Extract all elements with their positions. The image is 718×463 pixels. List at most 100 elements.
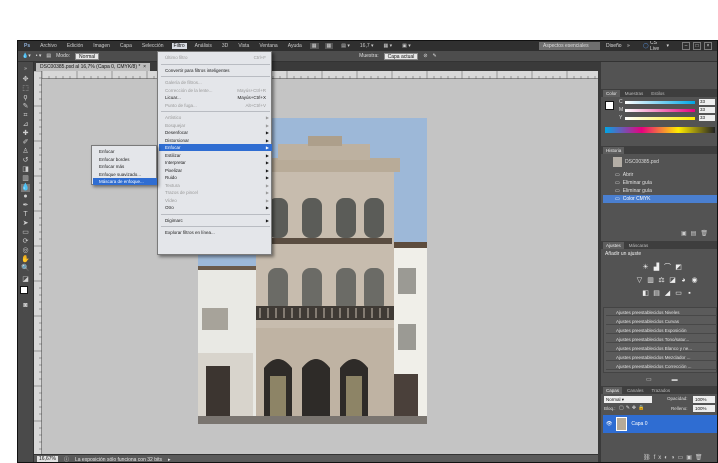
sharpen-submenu-item[interactable]: Enfocar más — [93, 163, 157, 170]
levels-icon[interactable]: ▟ — [652, 264, 661, 272]
filter-menu-item[interactable]: Ruido ▶ — [159, 174, 272, 181]
menu-vista[interactable]: Vista — [236, 43, 251, 49]
vibrance-icon[interactable]: ▽ — [635, 277, 644, 285]
blur-tool-preset-icon[interactable]: 💧▾ — [22, 53, 31, 59]
adjust-footer-icons[interactable]: ▭ ▬ — [646, 376, 678, 383]
filter-menu-item[interactable]: Desenfocar ▶ — [159, 129, 272, 136]
brush-tool-icon[interactable]: ✐ — [21, 139, 30, 147]
tab-color[interactable]: Color — [603, 89, 620, 97]
status-info-icon[interactable]: ⓘ — [64, 456, 69, 462]
history-footer-icons[interactable]: ▣▤🗑 — [681, 230, 712, 237]
type-tool-icon[interactable]: T — [21, 211, 30, 219]
tab-muestras[interactable]: Muestras — [622, 90, 647, 97]
blend-mode-select[interactable]: Normal ▾ — [604, 396, 652, 403]
filter-menu-item[interactable]: Convertir para filtros inteligentes — [159, 67, 272, 74]
sharpen-submenu-item[interactable]: Máscara de enfoque... — [93, 178, 157, 185]
document-close-icon[interactable]: × — [142, 64, 146, 70]
y-slider[interactable] — [625, 117, 695, 120]
filter-menu-item[interactable]: Otro ▶ — [159, 204, 272, 211]
filter-menu-item[interactable]: Distorsionar ▶ — [159, 137, 272, 144]
quick-selection-tool-icon[interactable]: ✎ — [21, 103, 30, 111]
preset-niveles[interactable]: Ajustes preestablecidos Niveles — [606, 309, 717, 316]
blur-tool-icon[interactable]: 💧 — [21, 184, 30, 192]
filter-menu-item[interactable]: Enfocar ▶ — [159, 144, 272, 151]
lasso-tool-icon[interactable]: ϙ — [21, 94, 30, 102]
zoom-level-menu[interactable]: 16,7 ▾ — [358, 43, 376, 49]
menu-analisis[interactable]: Análisis — [193, 43, 214, 49]
sharpen-submenu-item[interactable]: Enfocar — [93, 148, 157, 155]
preset-curvas[interactable]: Ajustes preestablecidos Curvas — [606, 318, 717, 325]
filter-menu-item[interactable]: Punto de fuga... Alt+Ctrl+V — [159, 102, 272, 109]
filter-menu-item[interactable]: Pixelizar ▶ — [159, 167, 272, 174]
history-item[interactable]: ▭ Abrir — [603, 171, 717, 179]
preset-correccion[interactable]: Ajustes preestablecidos Corrección ... — [606, 363, 717, 370]
menu-3d[interactable]: 3D — [220, 43, 230, 49]
document-tab[interactable]: DSC00385.psd al 16,7% (Capa 0, CMYK/8) *… — [36, 63, 151, 71]
ps-logo[interactable]: Ps — [22, 43, 32, 49]
screen-mode-icon[interactable]: ▣ ▾ — [400, 43, 413, 49]
extras-icon[interactable]: ▤ ▾ — [339, 43, 352, 49]
sample-select[interactable]: Capa actual — [383, 52, 419, 60]
status-zoom-field[interactable]: 16,67% — [37, 456, 58, 462]
exposure-icon[interactable]: ◩ — [674, 264, 683, 272]
gradient-map-icon[interactable]: ▭ — [674, 290, 683, 298]
c-slider[interactable] — [625, 101, 695, 104]
pressure-icon[interactable]: ✎ — [433, 53, 437, 59]
filter-menu-item[interactable]: Artístico ▶ — [159, 114, 272, 121]
filter-menu-item[interactable]: Interpretar ▶ — [159, 159, 272, 166]
workspace-essentials-button[interactable]: Aspectos esenciales — [539, 42, 600, 50]
photo-filter-icon[interactable]: ◕ — [679, 277, 688, 285]
brush-panel-icon[interactable]: ▤ — [46, 53, 51, 59]
cs-live-button[interactable]: ◯ CS Live ▾ — [639, 41, 673, 52]
tab-estilos[interactable]: Estilos — [648, 90, 667, 97]
dodge-tool-icon[interactable]: ● — [21, 193, 30, 201]
3d-rotate-tool-icon[interactable]: ⟳ — [21, 238, 30, 246]
status-menu-arrow-icon[interactable]: ▸ — [168, 457, 171, 463]
gradient-tool-icon[interactable]: ▥ — [21, 175, 30, 183]
filter-menu-item[interactable]: Textura ▶ — [159, 182, 272, 189]
selective-color-icon[interactable]: ▪ — [685, 290, 694, 298]
menu-archivo[interactable]: Archivo — [38, 43, 59, 49]
filter-menu-item[interactable]: Licuar... Mayús+Ctrl+X — [159, 94, 272, 101]
brush-size-picker[interactable]: • ▾ — [36, 53, 42, 59]
m-value-field[interactable]: 33 — [699, 107, 715, 113]
zoom-tool-icon[interactable]: 🔍 — [21, 265, 30, 273]
preset-mezclador[interactable]: Ajustes preestablecidos Mezclador ... — [606, 354, 717, 361]
color-spectrum-bar[interactable] — [605, 127, 715, 133]
workspace-more-icon[interactable]: » — [623, 42, 635, 50]
history-snapshot[interactable]: DSC00385.psd — [603, 156, 717, 168]
threshold-icon[interactable]: ◢ — [663, 290, 672, 298]
menu-imagen[interactable]: Imagen — [91, 43, 112, 49]
mode-select[interactable]: Normal — [75, 52, 100, 60]
layer-row-capa-0[interactable]: 👁 Capa 0 — [603, 415, 717, 433]
crop-tool-icon[interactable]: ⌗ — [21, 112, 30, 120]
invert-icon[interactable]: ◧ — [641, 290, 650, 298]
history-item[interactable]: ▭ Eliminar guía — [603, 179, 717, 187]
default-colors-icon[interactable]: ◪ — [21, 276, 30, 284]
filter-menu-item[interactable]: Galería de filtros... — [159, 79, 272, 86]
path-selection-tool-icon[interactable]: ➤ — [21, 220, 30, 228]
sample-all-icon[interactable]: ⊘ — [423, 53, 427, 59]
spot-healing-tool-icon[interactable]: ✚ — [21, 130, 30, 138]
minimize-icon[interactable]: – — [682, 42, 690, 50]
layers-footer-icons[interactable]: ⛓fx◐◑▭▣🗑 — [643, 454, 706, 461]
menu-ventana[interactable]: Ventana — [257, 43, 279, 49]
y-value-field[interactable]: 33 — [699, 115, 715, 121]
black-white-icon[interactable]: ◪ — [668, 277, 677, 285]
pen-tool-icon[interactable]: ✒ — [21, 202, 30, 210]
arrange-documents-icon[interactable]: ▦ ▾ — [382, 43, 395, 49]
filter-menu-item[interactable]: Explorar filtros en línea... — [159, 229, 272, 236]
horizontal-ruler[interactable] — [42, 71, 598, 79]
history-item-active[interactable]: ▭ Color CMYK — [603, 195, 717, 203]
menu-filtro[interactable]: Filtro — [171, 43, 187, 49]
opacity-field[interactable]: 100% — [693, 396, 715, 403]
quick-mask-icon[interactable]: ◙ — [21, 302, 30, 310]
workspace-design-button[interactable]: Diseño — [602, 42, 622, 50]
move-tool-icon[interactable]: ✥ — [21, 76, 30, 84]
hue-saturation-icon[interactable]: ▥ — [646, 277, 655, 285]
menu-seleccion[interactable]: Selección — [140, 43, 166, 49]
color-fg-swatch[interactable] — [605, 101, 614, 110]
curves-icon[interactable]: ⌒ — [663, 264, 672, 272]
tab-capas[interactable]: Capas — [603, 386, 623, 394]
eyedropper-tool-icon[interactable]: ⊿ — [21, 121, 30, 129]
